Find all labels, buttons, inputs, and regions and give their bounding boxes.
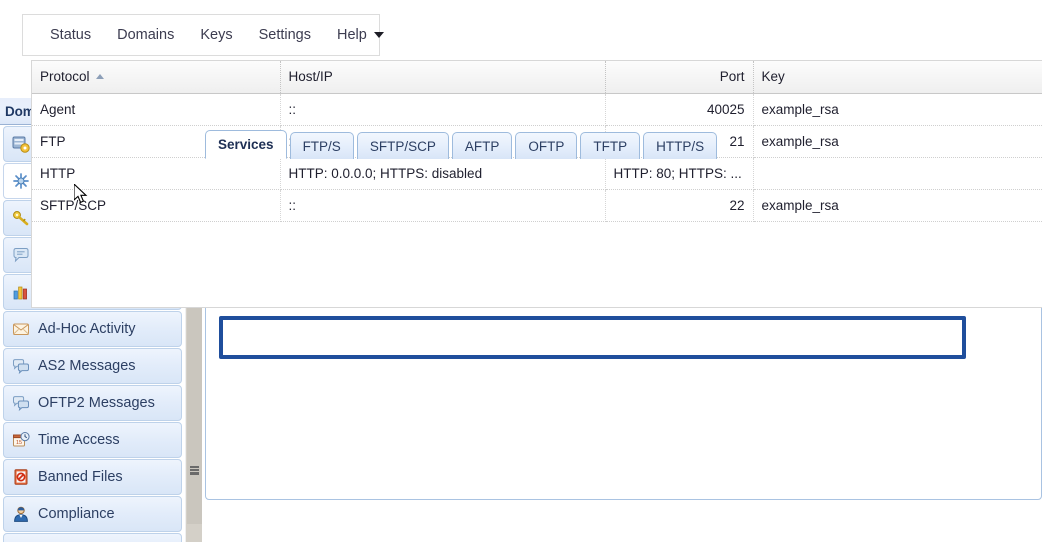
bar-chart-icon — [12, 283, 30, 301]
svg-text:15: 15 — [16, 440, 22, 446]
envelope-icon — [12, 320, 30, 338]
tab-label: HTTP/S — [656, 139, 704, 154]
key-icon — [12, 209, 30, 227]
cell-host: HTTP: 0.0.0.0; HTTPS: disabled — [280, 157, 605, 189]
column-header-port[interactable]: Port — [605, 61, 753, 93]
tab-strip: Services FTP/S SFTP/SCP AFTP OFTP TFTP HTTP/S — [205, 130, 717, 159]
cell-key: example_rsa — [753, 93, 1042, 125]
messages-icon — [12, 394, 30, 412]
column-header-protocol[interactable]: Protocol — [32, 61, 280, 93]
tab-services[interactable]: Services — [205, 130, 287, 159]
speech-bubble-icon — [12, 246, 30, 264]
messages-icon — [12, 357, 30, 375]
column-header-key[interactable]: Key — [753, 61, 1042, 93]
top-menu-bar: Status Domains Keys Settings Help — [22, 14, 380, 56]
tab-tftp[interactable]: TFTP — [580, 132, 640, 159]
table-header-row: Protocol Host/IP Port Key — [32, 61, 1042, 93]
sidebar-item-banned-files[interactable]: Banned Files — [3, 459, 182, 495]
table-row[interactable]: Agent::40025example_rsa — [32, 93, 1042, 125]
tab-label: OFTP — [528, 139, 564, 154]
sidebar-item-ip-access[interactable]: IP Access — [3, 533, 182, 542]
tab-http-s[interactable]: HTTP/S — [643, 132, 717, 159]
banned-file-icon — [12, 468, 30, 486]
menu-item-label: Keys — [200, 27, 232, 43]
tab-label: Services — [218, 137, 274, 152]
tab-label: FTP/S — [303, 139, 341, 154]
cell-port: HTTP: 80; HTTPS: ... — [605, 157, 753, 189]
sidebar-item-as2-messages[interactable]: AS2 Messages — [3, 348, 182, 384]
sidebar-item-label: OFTP2 Messages — [38, 395, 155, 411]
column-header-host-ip[interactable]: Host/IP — [280, 61, 605, 93]
menu-item-domains[interactable]: Domains — [104, 23, 187, 47]
sidebar-item-label: Compliance — [38, 506, 115, 522]
table-row[interactable]: HTTPHTTP: 0.0.0.0; HTTPS: disabledHTTP: … — [32, 157, 1042, 189]
menu-item-label: Domains — [117, 27, 174, 43]
services-star-icon — [12, 172, 30, 190]
services-table-container: ProtocolHost/IPPortKey Agent::40025examp… — [31, 60, 1042, 308]
application-window: StatusDomainsKeysSettingsHelp Domain "mf… — [0, 0, 1042, 542]
tab-label: TFTP — [593, 139, 627, 154]
clock-calendar-icon: 15 — [12, 431, 30, 449]
tab-sftp-scp[interactable]: SFTP/SCP — [357, 132, 449, 159]
sidebar-item-ad-hoc-activity[interactable]: Ad-Hoc Activity — [3, 311, 182, 347]
sort-ascending-icon — [96, 74, 104, 79]
column-header-label: Key — [762, 69, 785, 84]
cell-key — [753, 157, 1042, 189]
tab-oftp[interactable]: OFTP — [515, 132, 577, 159]
user-badge-icon — [12, 505, 30, 523]
sidebar-item-label: Banned Files — [38, 469, 123, 485]
menu-item-settings[interactable]: Settings — [246, 23, 324, 47]
sidebar-item-time-access[interactable]: 15 Time Access — [3, 422, 182, 458]
server-database-icon — [12, 135, 30, 153]
menu-item-keys[interactable]: Keys — [187, 23, 245, 47]
menu-item-help[interactable]: Help — [324, 23, 397, 47]
cell-host: :: — [280, 93, 605, 125]
tab-ftp-s[interactable]: FTP/S — [290, 132, 354, 159]
resize-grip-icon[interactable] — [190, 466, 199, 475]
tab-aftp[interactable]: AFTP — [452, 132, 513, 159]
table-header: Protocol Host/IP Port Key — [32, 61, 1042, 93]
column-header-label: Port — [720, 69, 745, 84]
sidebar-item-label: AS2 Messages — [38, 358, 136, 374]
chevron-down-icon — [374, 32, 384, 38]
cell-key: example_rsa — [753, 125, 1042, 157]
column-header-label: Protocol — [40, 69, 90, 84]
cell-protocol: Agent — [32, 93, 280, 125]
tab-label: AFTP — [465, 139, 500, 154]
cell-host: :: — [280, 189, 605, 221]
cell-protocol: SFTP/SCP — [32, 189, 280, 221]
menu-item-label: Status — [50, 27, 91, 43]
menu-item-label: Settings — [259, 27, 311, 43]
sidebar-item-oftp2-messages[interactable]: OFTP2 Messages — [3, 385, 182, 421]
cell-port: 22 — [605, 189, 753, 221]
sidebar-item-label: Ad-Hoc Activity — [38, 321, 136, 337]
menu-item-status[interactable]: Status — [37, 23, 104, 47]
column-header-label: Host/IP — [289, 69, 333, 84]
cell-port: 40025 — [605, 93, 753, 125]
sidebar-item-compliance[interactable]: Compliance — [3, 496, 182, 532]
menu-item-label: Help — [337, 27, 367, 43]
cell-key: example_rsa — [753, 189, 1042, 221]
cell-protocol: HTTP — [32, 157, 280, 189]
tab-label: SFTP/SCP — [370, 139, 436, 154]
sidebar-item-label: Time Access — [38, 432, 120, 448]
table-row[interactable]: SFTP/SCP::22example_rsa — [32, 189, 1042, 221]
mouse-cursor — [74, 184, 90, 206]
